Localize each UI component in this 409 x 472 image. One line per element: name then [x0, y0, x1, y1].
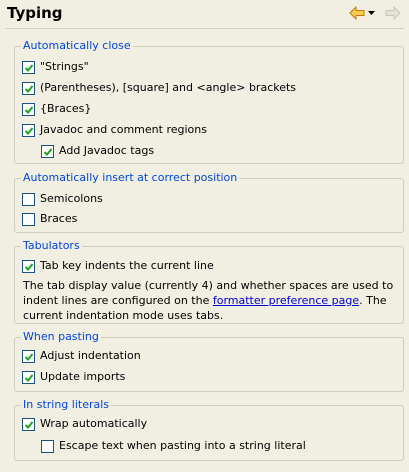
checkbox-escape-text[interactable]: Escape text when pasting into a string l…	[41, 438, 306, 454]
check-icon	[24, 63, 34, 72]
group-string-literals: In string literals Wrap automatically Es…	[14, 398, 404, 461]
checkbox-javadoc-regions[interactable]: Javadoc and comment regions	[22, 122, 207, 138]
formatter-preference-link[interactable]: formatter preference page	[213, 294, 359, 307]
checkbox-box[interactable]	[22, 417, 35, 431]
checkbox-insert-braces[interactable]: Braces	[22, 211, 77, 227]
check-icon	[24, 262, 34, 271]
checkbox-box[interactable]	[22, 123, 35, 137]
checkbox-label: Update imports	[40, 370, 126, 383]
checkbox-box[interactable]	[22, 212, 35, 226]
checkbox-box[interactable]	[22, 370, 35, 384]
history-dropdown-button[interactable]	[367, 5, 377, 21]
header-separator	[5, 28, 404, 29]
check-icon	[24, 352, 34, 361]
group-title: Tabulators	[21, 239, 82, 253]
checkbox-box[interactable]	[22, 60, 35, 74]
back-arrow-icon	[349, 6, 365, 20]
checkbox-add-javadoc-tags[interactable]: Add Javadoc tags	[41, 143, 154, 159]
page-header: Typing	[0, 0, 409, 28]
tabulators-description: The tab display value (currently 4) and …	[23, 278, 397, 323]
checkbox-box[interactable]	[22, 349, 35, 363]
group-title: Automatically close	[21, 39, 133, 53]
checkbox-box[interactable]	[22, 192, 35, 206]
checkbox-semicolons[interactable]: Semicolons	[22, 191, 103, 207]
checkbox-tab-indents[interactable]: Tab key indents the current line	[22, 258, 214, 274]
back-button[interactable]	[347, 5, 367, 21]
group-automatically-close: Automatically close "Strings" (Parenthes…	[14, 39, 404, 164]
forward-button[interactable]	[383, 5, 403, 21]
checkbox-label: Braces	[40, 212, 78, 225]
group-title: Automatically insert at correct position	[21, 171, 240, 185]
check-icon	[24, 105, 34, 114]
checkbox-strings[interactable]: "Strings"	[22, 59, 89, 75]
checkbox-label: Tab key indents the current line	[40, 259, 214, 272]
checkbox-box[interactable]	[22, 102, 35, 116]
checkbox-update-imports[interactable]: Update imports	[22, 369, 125, 385]
checkbox-brackets[interactable]: (Parentheses), [square] and <angle> brac…	[22, 80, 296, 96]
group-when-pasting: When pasting Adjust indentation Update i…	[14, 330, 404, 392]
checkbox-wrap-automatically[interactable]: Wrap automatically	[22, 416, 147, 432]
checkbox-label: Adjust indentation	[40, 349, 141, 362]
checkbox-box[interactable]	[41, 439, 54, 453]
check-icon	[43, 147, 53, 156]
checkbox-label: Semicolons	[40, 192, 103, 205]
group-automatically-insert: Automatically insert at correct position…	[14, 171, 404, 233]
group-tabulators: Tabulators Tab key indents the current l…	[14, 239, 404, 324]
forward-arrow-icon	[385, 6, 401, 20]
checkbox-label: Add Javadoc tags	[59, 144, 155, 157]
checkbox-label: Escape text when pasting into a string l…	[59, 439, 306, 452]
checkbox-box[interactable]	[22, 81, 35, 95]
page-title: Typing	[7, 4, 63, 22]
checkbox-box[interactable]	[41, 144, 54, 158]
checkbox-label: Javadoc and comment regions	[40, 123, 207, 136]
navigation-bar	[347, 5, 403, 21]
group-title: When pasting	[21, 330, 101, 344]
checkbox-label: Wrap automatically	[40, 417, 148, 430]
checkbox-braces[interactable]: {Braces}	[22, 101, 91, 117]
check-icon	[24, 373, 34, 382]
checkbox-box[interactable]	[22, 259, 35, 273]
dropdown-triangle-icon	[368, 11, 375, 15]
group-title: In string literals	[21, 398, 112, 412]
checkbox-adjust-indentation[interactable]: Adjust indentation	[22, 348, 141, 364]
check-icon	[24, 126, 34, 135]
checkbox-label: (Parentheses), [square] and <angle> brac…	[40, 81, 297, 94]
checkbox-label: "Strings"	[40, 60, 89, 73]
check-icon	[24, 84, 34, 93]
checkbox-label: {Braces}	[40, 102, 92, 115]
check-icon	[24, 420, 34, 429]
